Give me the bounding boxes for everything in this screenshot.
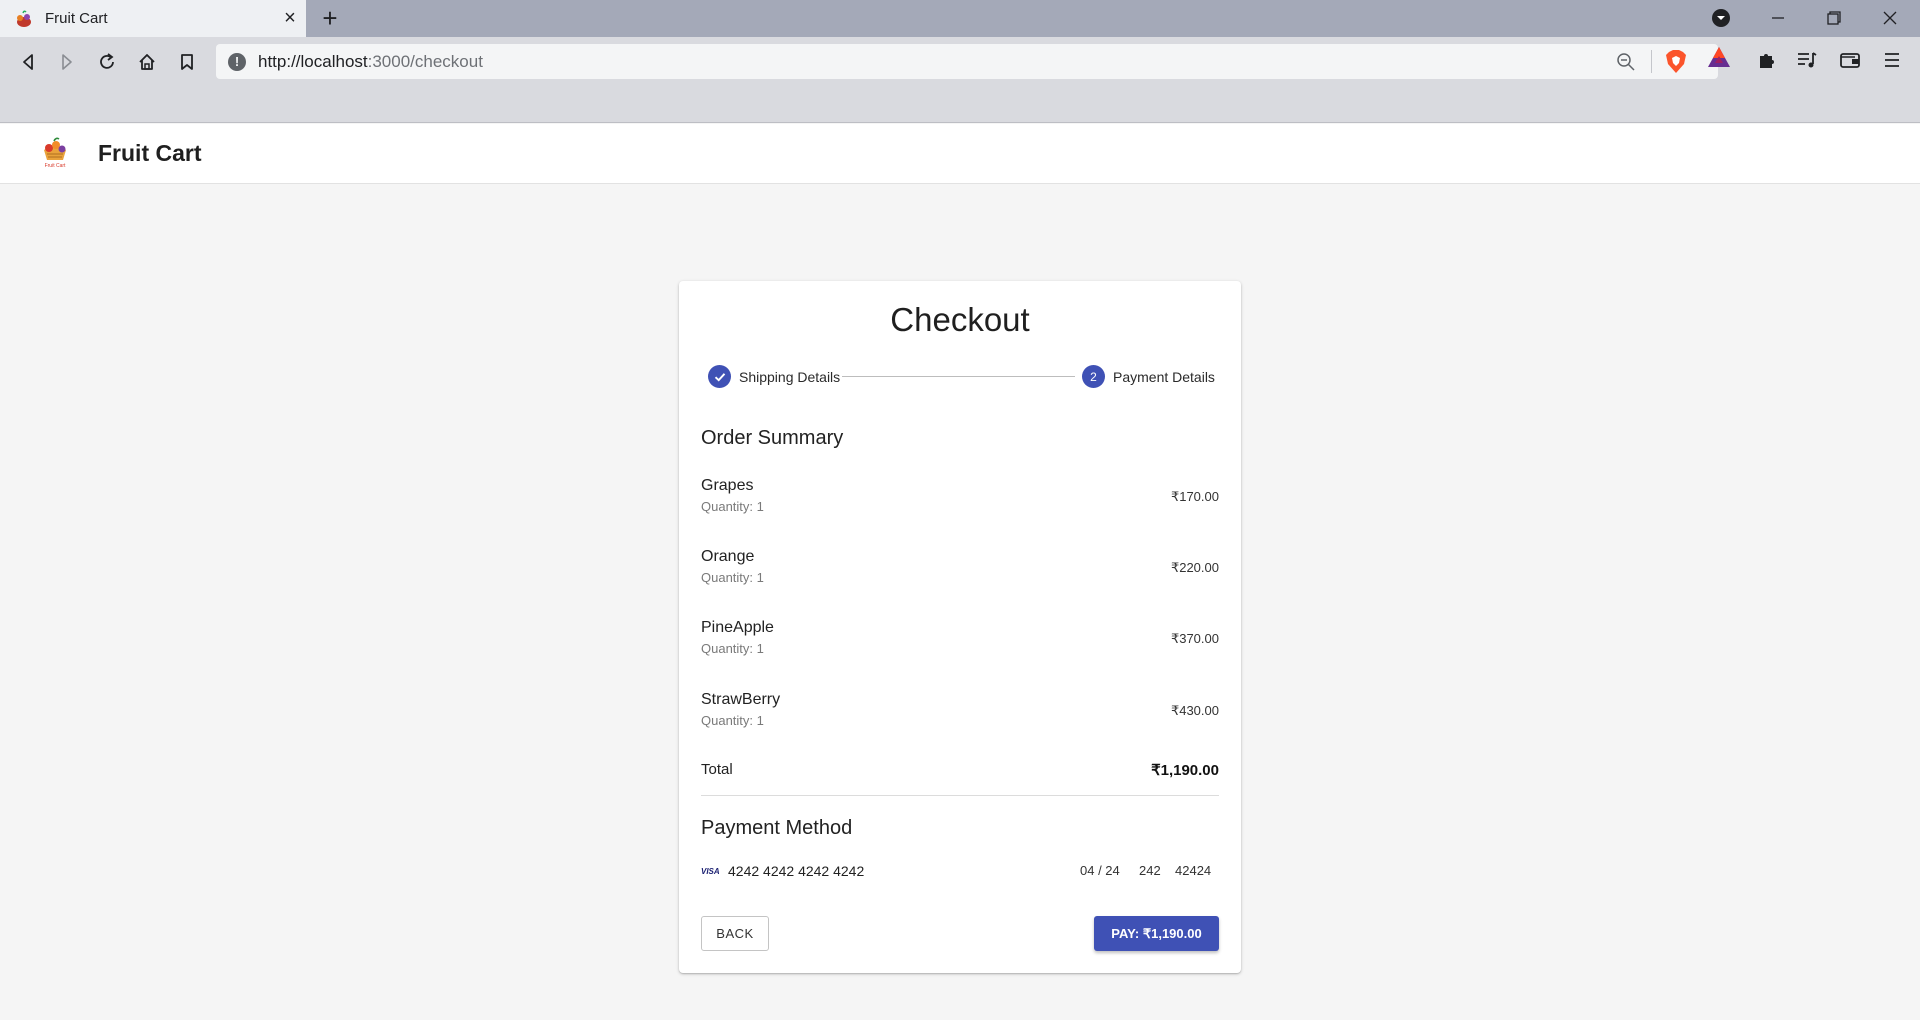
home-icon[interactable] xyxy=(133,48,161,76)
page-title: Checkout xyxy=(890,301,1030,338)
step-number: 2 xyxy=(1082,365,1105,388)
address-bar[interactable]: ! http://localhost:3000/checkout xyxy=(216,44,1718,79)
address-bar-separator xyxy=(1651,50,1652,73)
card-input[interactable]: VISA 4242 4242 4242 4242 04 / 24 242 424… xyxy=(701,862,1219,882)
total-label: Total xyxy=(701,761,733,778)
fruit-cart-favicon xyxy=(17,10,31,27)
step-label: Payment Details xyxy=(1113,368,1215,385)
visa-icon: VISA xyxy=(701,867,720,876)
item-name: StrawBerry xyxy=(701,691,781,708)
tab-search-icon[interactable] xyxy=(1708,6,1734,30)
list-item: StrawBerry Quantity: 1 ₹430.00 xyxy=(701,691,1219,735)
app-title[interactable]: Fruit Cart xyxy=(98,140,202,167)
minimize-icon[interactable] xyxy=(1765,6,1791,30)
restore-icon[interactable] xyxy=(1820,6,1846,30)
brave-shields-icon[interactable] xyxy=(1664,49,1688,74)
pay-button[interactable]: PAY: ₹1,190.00 xyxy=(1094,916,1219,951)
tab-close-icon[interactable]: × xyxy=(280,8,300,28)
svg-text:Fruit Cart: Fruit Cart xyxy=(45,163,66,169)
back-button[interactable]: BACK xyxy=(701,916,769,951)
zoom-icon[interactable] xyxy=(1616,52,1636,72)
new-tab-icon[interactable]: + xyxy=(318,5,342,31)
reload-icon[interactable] xyxy=(93,48,121,76)
site-info-icon[interactable]: ! xyxy=(228,53,246,71)
list-item: PineApple Quantity: 1 ₹370.00 xyxy=(701,619,1219,663)
back-icon[interactable] xyxy=(14,48,42,76)
divider xyxy=(701,795,1219,796)
media-playlist-icon[interactable] xyxy=(1793,46,1821,74)
url-text[interactable]: http://localhost:3000/checkout xyxy=(258,52,483,72)
app-header: Fruit Cart Fruit Cart xyxy=(0,124,1920,184)
card-number-field[interactable]: 4242 4242 4242 4242 xyxy=(728,863,864,879)
item-quantity: Quantity: 1 xyxy=(701,499,764,514)
stepper-connector xyxy=(842,376,1075,377)
wallet-icon[interactable] xyxy=(1836,46,1864,74)
step-shipping-details: Shipping Details xyxy=(708,365,840,388)
item-quantity: Quantity: 1 xyxy=(701,641,764,656)
item-quantity: Quantity: 1 xyxy=(701,570,764,585)
rewards-icon[interactable] xyxy=(1707,46,1731,68)
bookmark-icon[interactable] xyxy=(173,48,201,76)
list-item: Orange Quantity: 1 ₹220.00 xyxy=(701,548,1219,592)
item-name: PineApple xyxy=(701,619,774,636)
card-zip-field[interactable]: 42424 xyxy=(1175,863,1211,878)
card-expiry-field[interactable]: 04 / 24 xyxy=(1080,863,1120,878)
card-cvc-field[interactable]: 242 xyxy=(1139,863,1161,878)
item-name: Orange xyxy=(701,548,755,565)
total-value: ₹1,190.00 xyxy=(1151,762,1219,779)
step-label: Shipping Details xyxy=(739,368,841,385)
browser-toolbar: ! http://localhost:3000/checkout xyxy=(0,37,1920,123)
forward-icon[interactable] xyxy=(53,48,81,76)
list-item: Grapes Quantity: 1 ₹170.00 xyxy=(701,477,1219,521)
item-price: ₹220.00 xyxy=(1170,560,1219,575)
browser-tab-strip: Fruit Cart × + xyxy=(0,0,1920,37)
browser-tab[interactable]: Fruit Cart × xyxy=(0,0,306,37)
payment-method-title: Payment Method xyxy=(701,817,853,839)
item-name: Grapes xyxy=(701,477,754,494)
order-summary-title: Order Summary xyxy=(701,427,844,449)
item-quantity: Quantity: 1 xyxy=(701,713,764,728)
window-close-icon[interactable] xyxy=(1877,6,1903,30)
extensions-icon[interactable] xyxy=(1753,46,1781,74)
item-price: ₹430.00 xyxy=(1170,703,1219,718)
menu-icon[interactable] xyxy=(1878,46,1906,74)
item-price: ₹170.00 xyxy=(1170,489,1219,504)
item-price: ₹370.00 xyxy=(1170,631,1219,646)
checkout-card: Checkout Shipping Details 2 Payment Deta… xyxy=(679,281,1241,973)
step-payment-details: 2 Payment Details xyxy=(1082,365,1215,388)
check-icon xyxy=(708,365,731,388)
tab-title: Fruit Cart xyxy=(45,10,108,27)
fruit-cart-logo[interactable]: Fruit Cart xyxy=(38,136,72,170)
